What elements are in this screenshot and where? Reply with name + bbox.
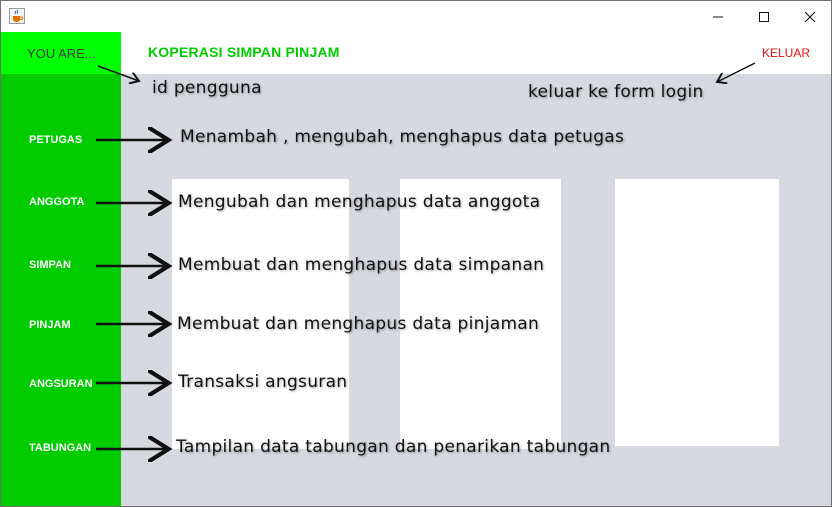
annotation-user-id: id pengguna [152,78,262,98]
annotation-logout: keluar ke form login [528,82,704,102]
app-title: KOPERASI SIMPAN PINJAM [148,44,340,60]
minimize-button[interactable] [695,1,741,32]
annotation-pinjam: Membuat dan menghapus data pinjaman [177,314,540,334]
app-window: KOPERASI SIMPAN PINJAM KELUAR YOU ARE...… [0,0,832,507]
minimize-icon [713,16,723,17]
sidebar-item-petugas[interactable]: PETUGAS [29,134,82,146]
app-header: KOPERASI SIMPAN PINJAM KELUAR [1,32,831,74]
maximize-icon [759,11,769,22]
user-id-box: YOU ARE... [1,32,121,74]
sidebar-item-tabungan[interactable]: TABUNGAN [29,442,91,454]
logout-button[interactable]: KELUAR [762,46,810,60]
user-id-label: YOU ARE... [27,46,96,61]
close-icon [804,11,816,22]
title-bar[interactable] [1,1,831,32]
annotation-petugas: Menambah , mengubah, menghapus data petu… [180,127,625,147]
sidebar-item-angsuran[interactable]: ANGSURAN [29,378,93,390]
sidebar-item-pinjam[interactable]: PINJAM [29,319,71,331]
java-coffee-cup-icon [9,8,25,24]
annotation-anggota: Mengubah dan menghapus data anggota [178,192,541,212]
sidebar-item-simpan[interactable]: SIMPAN [29,259,71,271]
maximize-button[interactable] [741,1,787,32]
content-panel-right [615,179,779,446]
sidebar: PETUGAS ANGGOTA SIMPAN PINJAM ANGSURAN T… [1,74,121,506]
annotation-tabungan: Tampilan data tabungan dan penarikan tab… [176,437,611,457]
annotation-simpan: Membuat dan menghapus data simpanan [178,255,545,275]
close-button[interactable] [787,1,831,32]
sidebar-item-anggota[interactable]: ANGGOTA [29,196,84,208]
annotation-angsuran: Transaksi angsuran [178,372,348,392]
